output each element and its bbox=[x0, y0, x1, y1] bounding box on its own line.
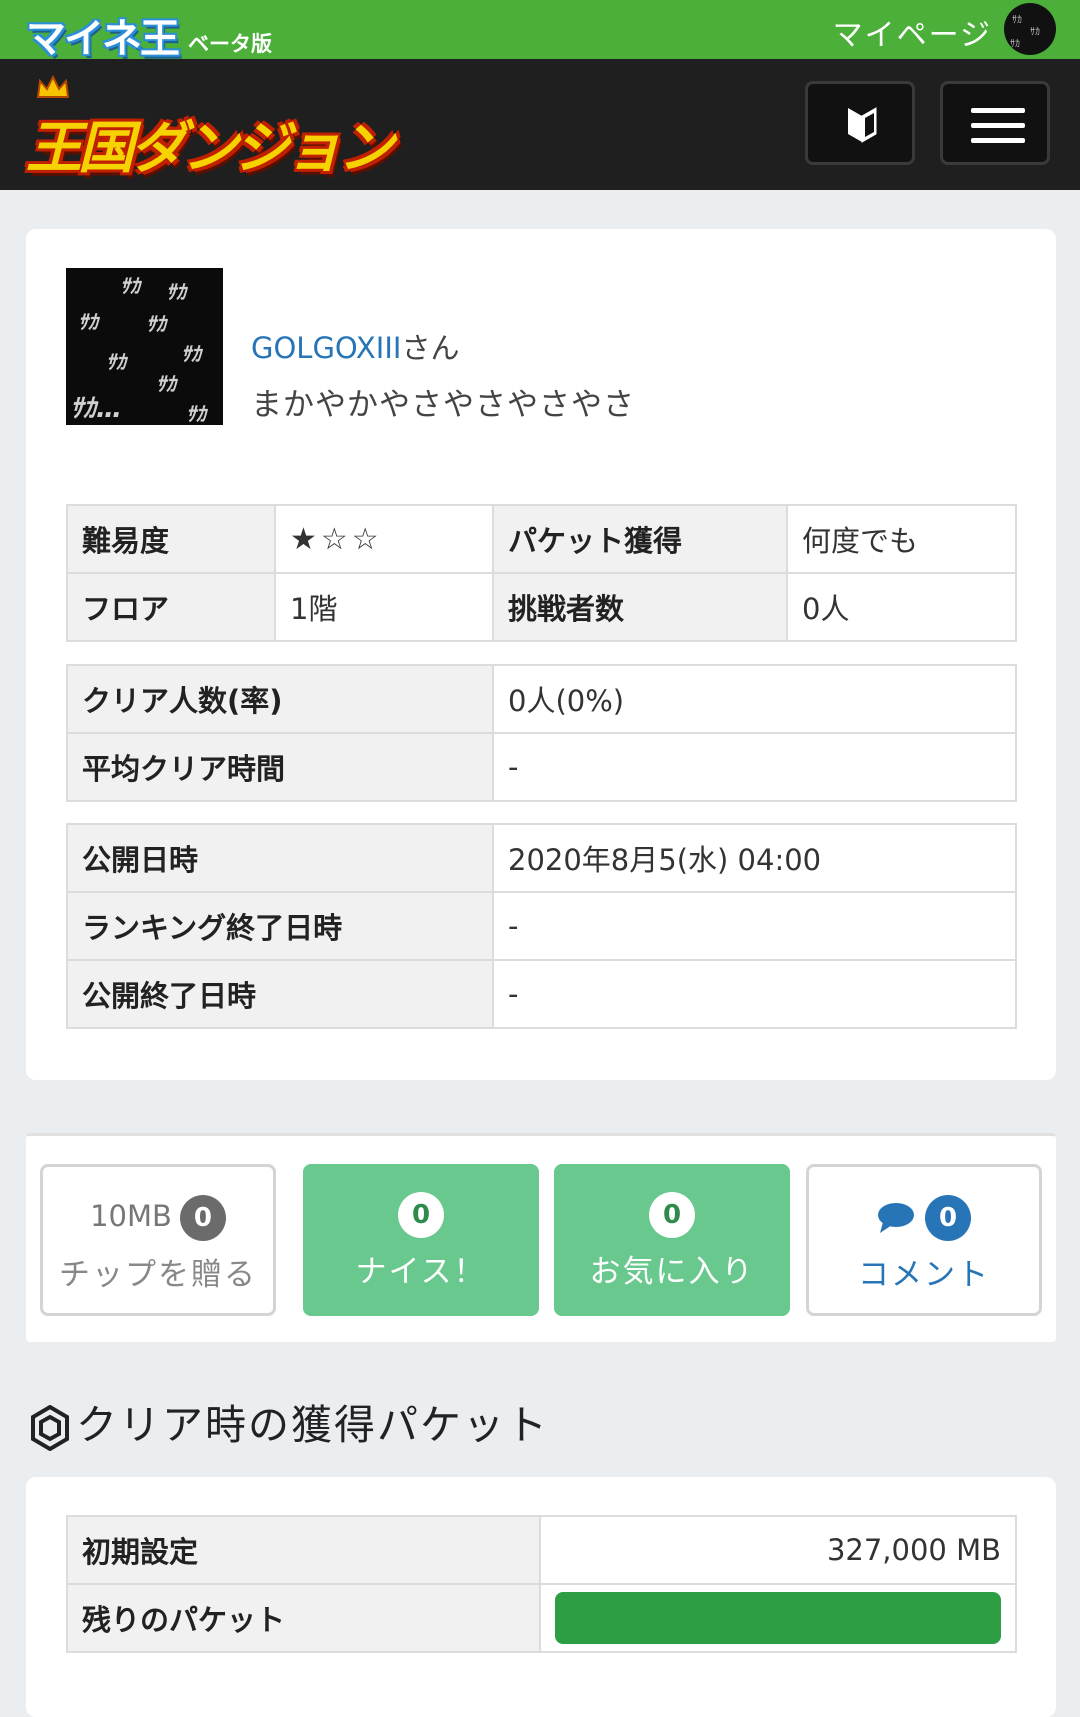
publish-end-value: - bbox=[492, 959, 1017, 1029]
hexagon-icon bbox=[31, 1405, 69, 1451]
initial-label: 初期設定 bbox=[66, 1515, 541, 1585]
fav-label: お気に入り bbox=[589, 1254, 755, 1290]
packet-table: 初期設定 327,000 MB 残りのパケット bbox=[66, 1515, 1017, 1653]
mineo-logo[interactable]: マイネ王 bbox=[26, 6, 180, 64]
ranking-end-label: ランキング終了日時 bbox=[66, 891, 494, 961]
nice-button[interactable]: 0 ナイス！ bbox=[303, 1164, 539, 1316]
user-suffix: さん bbox=[401, 331, 460, 365]
fav-count-badge: 0 bbox=[649, 1192, 695, 1238]
table-row: 残りのパケット bbox=[66, 1583, 1017, 1653]
dungeon-info-card: ｻｶ ｻｶ ｻｶ ｻｶ ｻｶ ｻｶ ｻｶ ｻｶ… ｻｶ GOLGOXIIIさん … bbox=[26, 229, 1056, 1080]
crown-icon bbox=[36, 75, 70, 98]
floor-value: 1階 bbox=[274, 572, 494, 642]
packet-label: パケット獲得 bbox=[492, 504, 788, 574]
menu-button[interactable] bbox=[940, 81, 1050, 165]
user-name-link[interactable]: GOLGOXIII bbox=[251, 331, 401, 365]
chip-count-badge: 0 bbox=[179, 1195, 226, 1241]
table-row: クリア人数(率) 0人(0%) bbox=[66, 664, 1017, 734]
table-row: 難易度 ★☆☆ パケット獲得 何度でも bbox=[66, 504, 1017, 574]
packet-card: 初期設定 327,000 MB 残りのパケット bbox=[26, 1477, 1056, 1717]
challengers-value: 0人 bbox=[786, 572, 1017, 642]
chip-amount: 10MB bbox=[90, 1199, 172, 1233]
avg-time-label: 平均クリア時間 bbox=[66, 732, 494, 802]
brand-logo[interactable]: 王国ダンジョン bbox=[26, 103, 394, 184]
date-table: 公開日時 2020年8月5(水) 04:00 ランキング終了日時 - 公開終了日… bbox=[66, 823, 1017, 1029]
table-row: 平均クリア時間 - bbox=[66, 732, 1017, 802]
table-row: 初期設定 327,000 MB bbox=[66, 1515, 1017, 1585]
speech-bubble-icon bbox=[878, 1203, 914, 1233]
remaining-packet-bar bbox=[555, 1592, 1001, 1644]
clear-stats-table: クリア人数(率) 0人(0%) 平均クリア時間 - bbox=[66, 664, 1017, 802]
info-table: 難易度 ★☆☆ パケット獲得 何度でも フロア 1階 挑戦者数 0人 bbox=[66, 504, 1017, 642]
packet-value: 何度でも bbox=[786, 504, 1017, 574]
difficulty-stars: ★☆☆ bbox=[274, 504, 494, 574]
publish-end-label: 公開終了日時 bbox=[66, 959, 494, 1029]
avg-time-value: - bbox=[492, 732, 1017, 802]
table-row: ランキング終了日時 - bbox=[66, 891, 1017, 961]
ranking-end-value: - bbox=[492, 891, 1017, 961]
nice-label: ナイス！ bbox=[355, 1254, 487, 1290]
clear-count-value: 0人(0%) bbox=[492, 664, 1017, 734]
remaining-label: 残りのパケット bbox=[66, 1583, 541, 1653]
difficulty-label: 難易度 bbox=[66, 504, 276, 574]
table-row: 公開日時 2020年8月5(水) 04:00 bbox=[66, 823, 1017, 893]
mypage-link[interactable]: マイページ bbox=[833, 10, 992, 54]
clear-count-label: クリア人数(率) bbox=[66, 664, 494, 734]
beginner-mark-icon bbox=[848, 107, 877, 143]
mypage-avatar[interactable]: ｻｶ ｻｶ ｻｶ bbox=[1004, 3, 1056, 55]
remaining-bar-cell bbox=[539, 1583, 1017, 1653]
challengers-label: 挑戦者数 bbox=[492, 572, 788, 642]
floor-label: フロア bbox=[66, 572, 276, 642]
beginner-guide-button[interactable] bbox=[805, 81, 915, 165]
publish-value: 2020年8月5(水) 04:00 bbox=[492, 823, 1017, 893]
top-bar: マイネ王 ベータ版 マイページ ｻｶ ｻｶ ｻｶ bbox=[0, 0, 1080, 62]
comment-label: コメント bbox=[858, 1257, 990, 1293]
app-header: 王国ダンジョン bbox=[0, 59, 1080, 190]
send-chip-button[interactable]: 10MB 0 チップを贈る bbox=[40, 1164, 276, 1316]
comment-button[interactable]: 0 コメント bbox=[806, 1164, 1042, 1316]
nice-count-badge: 0 bbox=[398, 1192, 444, 1238]
initial-value: 327,000 MB bbox=[539, 1515, 1017, 1585]
dungeon-title: まかやかやさやさやさやさ bbox=[251, 387, 635, 423]
comment-count-badge: 0 bbox=[925, 1195, 971, 1241]
chip-label: チップを贈る bbox=[59, 1257, 257, 1293]
user-avatar[interactable]: ｻｶ ｻｶ ｻｶ ｻｶ ｻｶ ｻｶ ｻｶ ｻｶ… ｻｶ bbox=[66, 268, 223, 425]
favorite-button[interactable]: 0 お気に入り bbox=[554, 1164, 790, 1316]
user-line: GOLGOXIIIさん bbox=[251, 325, 459, 367]
packet-section-title-text: クリア時の獲得パケット bbox=[76, 1401, 549, 1449]
publish-label: 公開日時 bbox=[66, 823, 494, 893]
beta-label: ベータ版 bbox=[188, 32, 272, 56]
table-row: フロア 1階 挑戦者数 0人 bbox=[66, 572, 1017, 642]
table-row: 公開終了日時 - bbox=[66, 959, 1017, 1029]
actions-card: 10MB 0 チップを贈る 0 ナイス！ 0 お気に入り 0 コメント bbox=[26, 1133, 1056, 1342]
packet-section-title: クリア時の獲得パケット bbox=[30, 1391, 549, 1451]
